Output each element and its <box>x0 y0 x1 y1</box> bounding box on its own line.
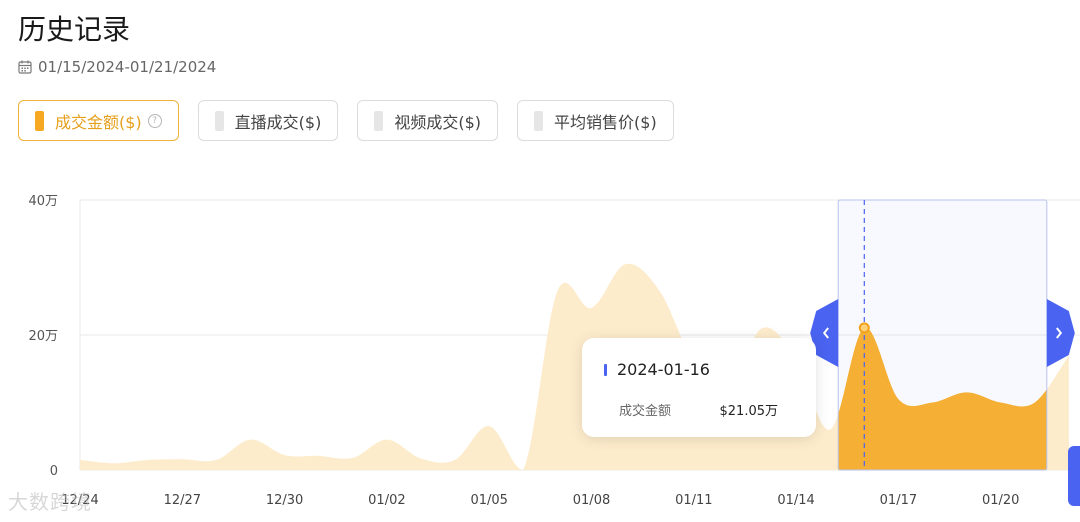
tab-gmv[interactable]: 成交金额($) ? <box>18 100 179 141</box>
tab-color-marker <box>35 110 44 131</box>
date-range-text: 01/15/2024-01/21/2024 <box>38 58 217 76</box>
y-tick-label: 0 <box>50 464 58 479</box>
tab-color-marker <box>534 110 544 131</box>
tooltip-date: 2024-01-16 <box>617 360 710 379</box>
side-float-button[interactable] <box>1068 446 1080 506</box>
x-tick-label: 01/02 <box>368 493 405 508</box>
tab-label: 直播成交($) <box>234 112 322 132</box>
tab-color-marker <box>374 110 384 131</box>
x-tick-label: 01/14 <box>777 493 814 508</box>
calendar-icon <box>18 60 32 74</box>
x-tick-label: 01/08 <box>573 493 610 508</box>
tooltip-metric-value: $21.05万 <box>719 404 779 419</box>
metric-tabs: 成交金额($) ? 直播成交($) 视频成交($) 平均销售价($) <box>18 100 674 141</box>
tab-label: 视频成交($) <box>394 112 482 132</box>
x-tick-label: 01/05 <box>470 493 507 508</box>
page-title: 历史记录 <box>18 13 131 46</box>
x-tick-label: 01/11 <box>675 493 712 508</box>
x-tick-label: 01/20 <box>982 493 1019 508</box>
x-tick-label: 12/27 <box>164 493 201 508</box>
tab-label: 成交金额($) <box>55 112 142 132</box>
x-tick-label: 12/30 <box>266 493 303 508</box>
brush-selection <box>837 199 1048 471</box>
highlight-point <box>858 322 870 334</box>
tab-color-marker <box>214 110 224 131</box>
date-range[interactable]: 01/15/2024-01/21/2024 <box>18 58 216 76</box>
tab-label: 平均销售价($) <box>554 112 657 132</box>
y-tick-label: 20万 <box>28 329 58 344</box>
x-tick-label: 01/17 <box>880 493 917 508</box>
tooltip-metric-label: 成交金额 <box>619 404 672 419</box>
tab-avg-price[interactable]: 平均销售价($) <box>517 100 674 141</box>
watermark-logo: 大数跨境 <box>8 490 92 514</box>
question-circle-icon[interactable]: ? <box>147 113 162 128</box>
tab-video-sales[interactable]: 视频成交($) <box>357 100 499 141</box>
history-area-chart[interactable]: 020万40万12/24 12/27 12/30 01/02 01/05 01/08 01/… <box>0 180 1080 522</box>
y-tick-label: 40万 <box>28 194 58 209</box>
tab-live-sales[interactable]: 直播成交($) <box>197 100 339 141</box>
chart-tooltip: 2024-01-16 成交金额 $21.05万 <box>582 338 816 437</box>
tooltip-marker <box>604 364 607 376</box>
